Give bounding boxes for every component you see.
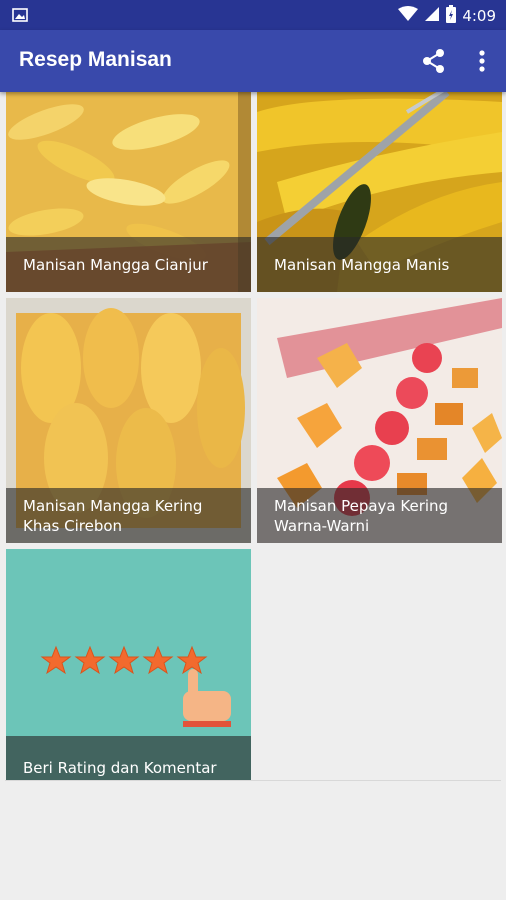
status-bar: 4:09 (0, 0, 506, 30)
signal-icon (424, 6, 440, 26)
recipe-card-mangga-cianjur[interactable]: Manisan Mangga Cianjur (6, 92, 251, 292)
share-icon (419, 49, 449, 80)
wifi-icon (398, 6, 419, 26)
recipe-title: Manisan Mangga Manis (274, 255, 450, 274)
gallery-icon (12, 7, 28, 27)
rating-card[interactable]: Beri Rating dan Komentar (6, 549, 251, 780)
app-bar: Resep Manisan (0, 30, 506, 92)
rating-label: Beri Rating dan Komentar (23, 759, 217, 777)
recipe-title-container: Manisan Pepaya Kering Warna-Warni (257, 488, 502, 543)
app-title: Resep Manisan (19, 48, 172, 71)
more-vert-icon (470, 50, 494, 80)
more-options-button[interactable] (470, 46, 494, 76)
battery-icon (446, 5, 457, 27)
share-button[interactable] (419, 46, 449, 76)
status-time: 4:09 (462, 7, 496, 25)
recipe-card-mangga-manis[interactable]: Manisan Mangga Manis (257, 92, 502, 292)
recipe-card-mangga-kering-cirebon[interactable]: Manisan Mangga Kering Khas Cirebon (6, 298, 251, 543)
recipe-title: Manisan Pepaya Kering Warna-Warni (274, 496, 449, 535)
recipe-title: Manisan Mangga Cianjur (23, 255, 208, 274)
rating-label-container: Beri Rating dan Komentar (6, 736, 251, 780)
divider (5, 780, 501, 781)
recipe-title: Manisan Mangga Kering Khas Cirebon (23, 496, 203, 535)
recipe-title-container: Manisan Mangga Manis (257, 237, 502, 292)
recipe-title-container: Manisan Mangga Kering Khas Cirebon (6, 488, 251, 543)
recipe-card-pepaya-kering[interactable]: Manisan Pepaya Kering Warna-Warni (257, 298, 502, 543)
recipe-title-container: Manisan Mangga Cianjur (6, 237, 251, 292)
